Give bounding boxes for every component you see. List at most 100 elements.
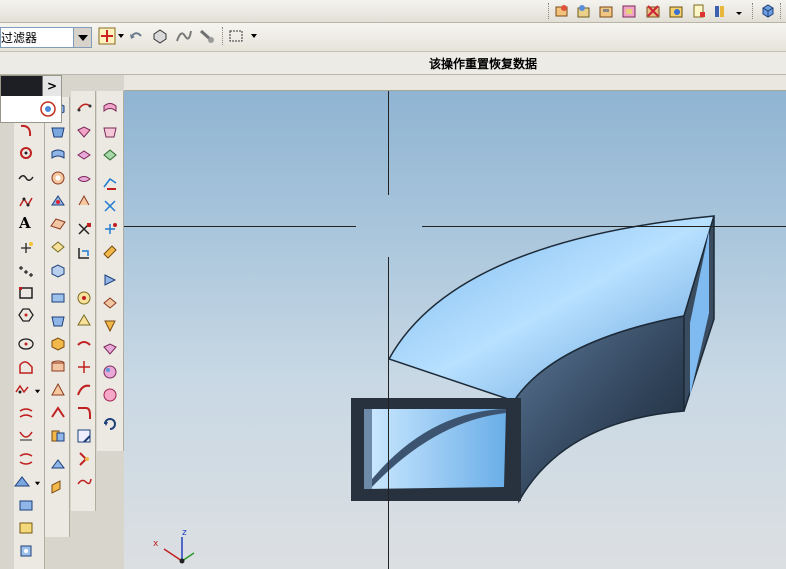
boss-icon[interactable] [50, 193, 66, 209]
sheet-icon[interactable] [18, 543, 34, 559]
intersect-icon[interactable] [50, 479, 66, 495]
select-object-icon[interactable] [151, 27, 169, 45]
layer-icon[interactable] [18, 520, 34, 536]
shape-icon[interactable] [18, 359, 34, 375]
sweep-icon[interactable] [50, 147, 66, 163]
suppress-icon[interactable] [102, 198, 118, 214]
bridge-icon[interactable] [18, 428, 34, 444]
circle-point-icon[interactable] [18, 146, 34, 162]
edge-blend-icon[interactable] [76, 405, 92, 421]
sew-icon[interactable] [76, 359, 92, 375]
ruled-icon[interactable] [76, 193, 92, 209]
sphere-icon[interactable] [50, 405, 66, 421]
render-icon[interactable] [668, 3, 684, 19]
arc-icon[interactable] [18, 122, 34, 138]
browser-icon[interactable] [39, 100, 57, 118]
point-icon[interactable] [18, 240, 34, 256]
offset-icon[interactable] [14, 382, 30, 398]
move-feature-icon[interactable] [102, 124, 118, 140]
edit-feature-icon[interactable] [102, 100, 118, 116]
spline-icon[interactable] [18, 170, 34, 186]
subtract-icon[interactable] [50, 456, 66, 472]
type-filter-select[interactable]: 过滤器 [0, 27, 92, 48]
remove-params-icon[interactable] [102, 244, 118, 260]
undo-arrow-icon[interactable] [128, 28, 144, 44]
toolbar-grip-3[interactable] [780, 3, 784, 19]
reorder-icon[interactable] [102, 147, 118, 163]
slot-icon[interactable] [50, 262, 66, 278]
dropdown-icon[interactable] [734, 3, 744, 19]
snap-point-icon[interactable] [98, 27, 116, 45]
triad-x-label: x [153, 539, 159, 549]
box-select-icon[interactable] [228, 28, 244, 44]
wcs-triad [163, 537, 195, 564]
measure-icon[interactable] [102, 295, 118, 311]
pipe-inner-surface[interactable] [364, 409, 506, 489]
offset-face-icon[interactable] [76, 382, 92, 398]
shell-icon[interactable] [76, 474, 92, 490]
polygon-icon[interactable] [18, 307, 34, 323]
join-icon[interactable] [18, 405, 34, 421]
filter-dropdown-button[interactable] [73, 28, 91, 47]
wrap-icon[interactable] [18, 497, 34, 513]
snap-dropdown-icon[interactable] [117, 32, 125, 40]
hole-icon[interactable] [50, 170, 66, 186]
toolbar-grip-2[interactable] [752, 3, 756, 19]
color-icon[interactable] [102, 364, 118, 380]
point-set-icon[interactable] [18, 194, 34, 210]
toolbar-grip[interactable] [548, 3, 552, 19]
text-tool[interactable]: A [19, 214, 31, 232]
refresh-icon[interactable] [102, 416, 118, 432]
block-icon[interactable] [50, 336, 66, 352]
datum-csys-icon[interactable] [76, 221, 92, 237]
doc-icon[interactable] [691, 3, 707, 19]
cut-icon[interactable] [645, 3, 661, 19]
chamfer-icon[interactable] [76, 428, 92, 444]
resource-expand-button[interactable]: > [42, 76, 61, 96]
groove-icon[interactable] [50, 290, 66, 306]
extract-dropdown-icon[interactable] [34, 480, 41, 487]
model-canvas[interactable] [124, 91, 786, 569]
project-icon[interactable] [18, 451, 34, 467]
unite-icon[interactable] [50, 428, 66, 444]
part-icon[interactable] [554, 3, 570, 19]
wave-icon[interactable] [175, 27, 193, 45]
trim-body-icon[interactable] [76, 313, 92, 329]
offset-dropdown-icon[interactable] [34, 388, 41, 395]
box-select-dropdown-icon[interactable] [250, 32, 258, 40]
assembly-icon[interactable] [621, 3, 637, 19]
graphics-viewport[interactable]: z x [124, 91, 786, 569]
display-icon[interactable] [102, 341, 118, 357]
unsuppress-icon[interactable] [102, 221, 118, 237]
extract-icon[interactable] [14, 474, 30, 490]
open-icon[interactable] [576, 3, 592, 19]
datum-plane-icon[interactable] [76, 245, 92, 261]
draft-icon[interactable] [76, 451, 92, 467]
pad-icon[interactable] [50, 239, 66, 255]
material-icon[interactable] [102, 387, 118, 403]
flag-icon[interactable] [712, 3, 728, 19]
save-icon[interactable] [598, 3, 614, 19]
analysis-icon[interactable] [102, 318, 118, 334]
split-icon[interactable] [76, 336, 92, 352]
swept-icon[interactable] [76, 147, 92, 163]
crosshair-horizontal [124, 226, 356, 227]
thread-icon[interactable] [50, 313, 66, 329]
rectangle-icon[interactable] [18, 285, 34, 301]
cone-icon[interactable] [50, 382, 66, 398]
cube-icon[interactable] [760, 3, 776, 19]
cylinder-icon[interactable] [50, 359, 66, 375]
through-curves-icon[interactable] [76, 100, 92, 116]
n-sided-icon[interactable] [76, 170, 92, 186]
pocket-icon[interactable] [50, 216, 66, 232]
wrench-icon[interactable] [198, 27, 216, 45]
crosshair-horizontal-right [422, 226, 786, 227]
toolbar-grip[interactable] [222, 27, 226, 45]
through-mesh-icon[interactable] [76, 124, 92, 140]
ellipse-icon[interactable] [18, 336, 34, 352]
play-icon[interactable] [102, 272, 118, 288]
replace-icon[interactable] [102, 175, 118, 191]
thicken-icon[interactable] [76, 290, 92, 306]
revolve-icon[interactable] [50, 124, 66, 140]
points-icon[interactable] [18, 262, 34, 278]
